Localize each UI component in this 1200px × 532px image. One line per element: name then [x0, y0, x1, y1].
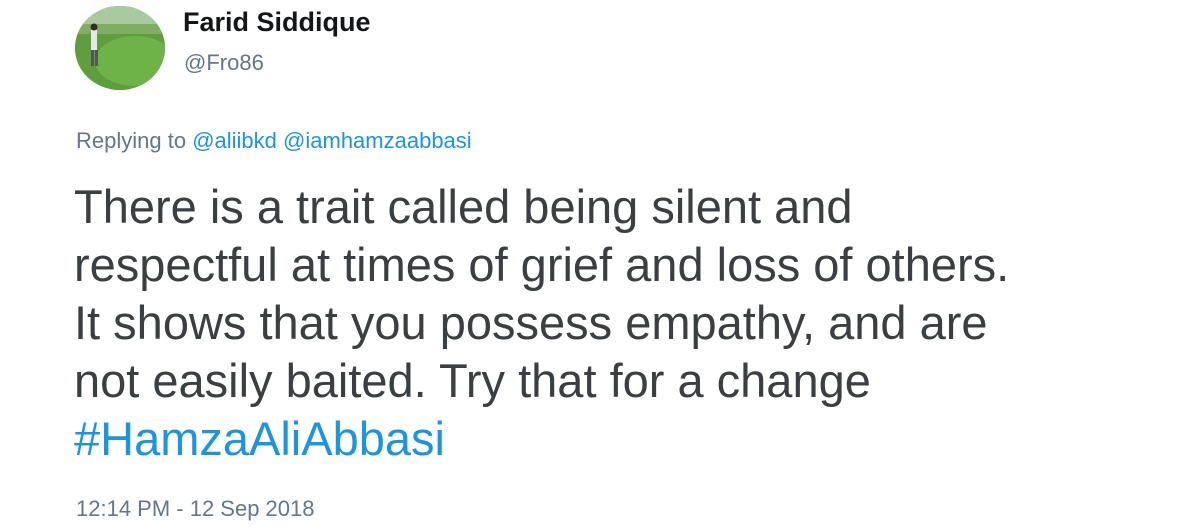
tweet-text-line: not easily baited. Try that for a change — [74, 354, 871, 407]
mention-link[interactable]: @aliibkd — [192, 128, 277, 153]
hashtag-link[interactable]: #HamzaAliAbbasi — [74, 410, 1154, 468]
tweet-timestamp[interactable]: 12:14 PM - 12 Sep 2018 — [76, 496, 315, 522]
replying-to-label: Replying to — [76, 128, 187, 153]
avatar-photo — [75, 6, 165, 90]
author-handle[interactable]: @Fro86 — [184, 50, 264, 76]
tweet-text: There is a trait called being silent and… — [74, 178, 1154, 468]
tweet-text-line: It shows that you possess empathy, and a… — [74, 296, 988, 349]
tweet-card: Farid Siddique @Fro86 Replying to @aliib… — [0, 0, 1200, 532]
tweet-text-line: There is a trait called being silent and — [74, 180, 853, 233]
avatar[interactable] — [75, 6, 165, 90]
author-name[interactable]: Farid Siddique — [183, 7, 371, 38]
replying-to: Replying to @aliibkd @iamhamzaabbasi — [76, 128, 472, 154]
tweet-text-line: respectful at times of grief and loss of… — [74, 238, 1010, 291]
mention-link[interactable]: @iamhamzaabbasi — [283, 128, 472, 153]
